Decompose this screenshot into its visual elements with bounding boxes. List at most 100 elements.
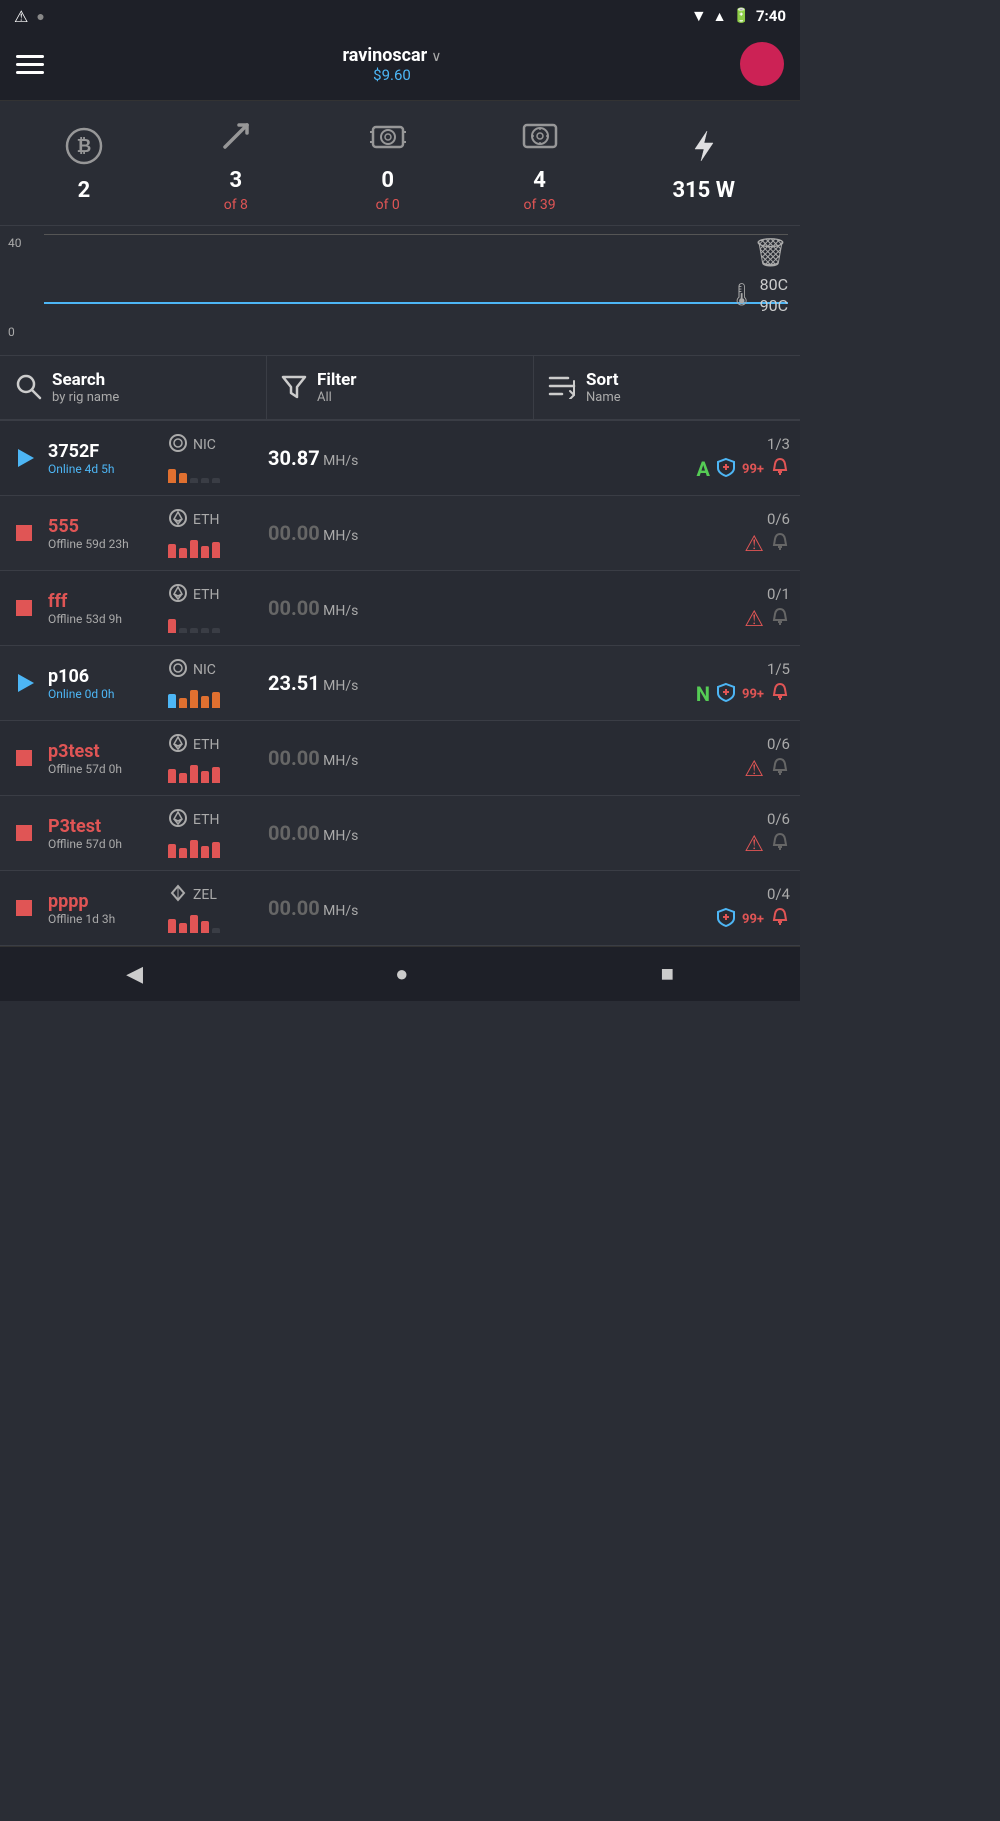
control-bar: Search by rig name Filter All Sort N	[0, 356, 800, 421]
stat-coins[interactable]: ₿ 2	[65, 127, 103, 203]
rig-item[interactable]: ppppOffline 1d 3hZEL00.00 MH/s0/499+	[0, 871, 800, 946]
signal-icon: ▲	[713, 8, 727, 25]
rig-hashrate-unit: MH/s	[320, 528, 359, 544]
rig-alerts-row: ⚠	[744, 607, 790, 632]
back-button[interactable]: ◀	[126, 961, 143, 987]
chart-min-label: 0	[8, 325, 22, 339]
recents-button[interactable]: ■	[661, 961, 674, 987]
rig-hashrate-value: 30.87	[268, 446, 320, 470]
nav-center[interactable]: ravinoscar ∨ $9.60	[343, 45, 442, 84]
status-bar-right: ▼ ▲ 🔋 7:40	[691, 6, 786, 26]
algo-label: ETH	[193, 737, 219, 753]
algo-label: NIC	[193, 437, 216, 453]
stat-rigs[interactable]: 3 of 8	[217, 117, 255, 213]
search-icon	[14, 372, 42, 404]
rig-status-button[interactable]	[10, 444, 38, 472]
rig-ratio: 0/1	[767, 585, 790, 603]
algo-bar	[179, 628, 187, 633]
algo-bar	[190, 840, 198, 858]
rig-uptime: Online 0d 0h	[48, 687, 158, 701]
algo-bar	[179, 773, 187, 783]
sort-control[interactable]: Sort Name	[534, 356, 800, 419]
trash-button[interactable]: 🗑	[752, 236, 788, 269]
rig-hashrate-unit: MH/s	[320, 828, 359, 844]
algo-label: ETH	[193, 587, 219, 603]
algo-bars	[168, 536, 258, 558]
rig-name-col: p106Online 0d 0h	[48, 666, 158, 701]
rig-status-button[interactable]	[10, 519, 38, 547]
notification-bell-icon[interactable]	[770, 832, 790, 857]
filter-icon	[281, 373, 307, 403]
rig-status-button[interactable]	[10, 669, 38, 697]
stat-gpus-secondary[interactable]: 4 of 39	[521, 117, 559, 213]
rig-right-col: 1/3A99+	[697, 435, 790, 482]
rig-hashrate-value: 00.00	[268, 896, 320, 920]
notification-bell-icon[interactable]	[770, 682, 790, 707]
algo-bars	[168, 611, 258, 633]
home-button[interactable]: ●	[395, 961, 408, 987]
rig-name: fff	[48, 591, 158, 612]
rig-hashrate-col: 00.00 MH/s	[268, 821, 388, 845]
algo-label: ETH	[193, 512, 219, 528]
rig-algo-top: ETH	[168, 733, 258, 757]
battery-icon: 🔋	[733, 8, 750, 24]
rig-algo-col: ZEL	[168, 883, 258, 933]
algo-bars	[168, 761, 258, 783]
algo-bars	[168, 836, 258, 858]
bolt-icon	[685, 127, 723, 174]
bottom-nav: ◀ ● ■	[0, 946, 800, 1001]
chart-top-line	[44, 234, 788, 235]
stop-icon	[16, 900, 32, 916]
algo-icon	[168, 583, 188, 607]
rig-status-button[interactable]	[10, 819, 38, 847]
algo-bar	[190, 765, 198, 783]
gpu-icon	[369, 117, 407, 164]
search-control[interactable]: Search by rig name	[0, 356, 267, 419]
algo-bar	[190, 915, 198, 933]
thermometer-icon: 🌡	[728, 283, 756, 308]
rig-hashrate-unit: MH/s	[320, 903, 359, 919]
alert-count-badge: 99+	[742, 687, 764, 702]
stat-gpus-primary[interactable]: 0 of 0	[369, 117, 407, 213]
rig-hashrate-col: 00.00 MH/s	[268, 596, 388, 620]
algo-bar	[201, 628, 209, 633]
notification-bell-icon[interactable]	[770, 757, 790, 782]
rig-status-button[interactable]	[10, 594, 38, 622]
rig-algo-top: NIC	[168, 433, 258, 457]
rig-ratio: 0/6	[767, 510, 790, 528]
profile-dot[interactable]	[740, 42, 784, 86]
rig-status-button[interactable]	[10, 894, 38, 922]
rig-right-col: 0/6⚠	[744, 735, 790, 782]
rig-item[interactable]: p3testOffline 57d 0h ETH 00.00 MH/s 0/6⚠	[0, 721, 800, 796]
filter-control[interactable]: Filter All	[267, 356, 534, 419]
rig-alerts-row: A99+	[697, 457, 790, 482]
rig-hashrate-col: 00.00 MH/s	[268, 746, 388, 770]
rig-item[interactable]: P3testOffline 57d 0hETH00.00 MH/s0/6⚠	[0, 796, 800, 871]
notification-bell-icon[interactable]	[770, 907, 790, 932]
sort-icon	[548, 373, 576, 403]
rig-name-col: p3testOffline 57d 0h	[48, 741, 158, 776]
rig-item[interactable]: 3752FOnline 4d 5hNIC30.87 MH/s1/3A99+	[0, 421, 800, 496]
rig-item[interactable]: fffOffline 53d 9hETH00.00 MH/s0/1⚠	[0, 571, 800, 646]
notification-bell-icon[interactable]	[770, 457, 790, 482]
username-display[interactable]: ravinoscar ∨	[343, 45, 442, 66]
rig-alerts-row: ⚠	[744, 757, 790, 782]
rig-ratio: 0/6	[767, 810, 790, 828]
search-text: Search by rig name	[52, 370, 119, 405]
rig-item[interactable]: p106Online 0d 0hNIC23.51 MH/s1/5N99+	[0, 646, 800, 721]
stop-icon	[16, 600, 32, 616]
hamburger-menu-button[interactable]	[16, 55, 44, 74]
rig-item[interactable]: 555Offline 59d 23hETH00.00 MH/s0/6⚠	[0, 496, 800, 571]
notification-bell-icon[interactable]	[770, 607, 790, 632]
notification-bell-icon[interactable]	[770, 532, 790, 557]
rig-name: P3test	[48, 816, 158, 837]
stat-power[interactable]: 315 W	[672, 127, 735, 203]
rig-algo-top: ETH	[168, 508, 258, 532]
warning-icon: ⚠	[744, 532, 764, 557]
shield-icon	[716, 907, 736, 932]
rig-name-col: ppppOffline 1d 3h	[48, 891, 158, 926]
rig-hashrate-value: 00.00	[268, 746, 320, 770]
rig-status-button[interactable]	[10, 744, 38, 772]
rig-algo-col: ETH	[168, 808, 258, 858]
chart-labels: 40 0	[8, 236, 22, 339]
